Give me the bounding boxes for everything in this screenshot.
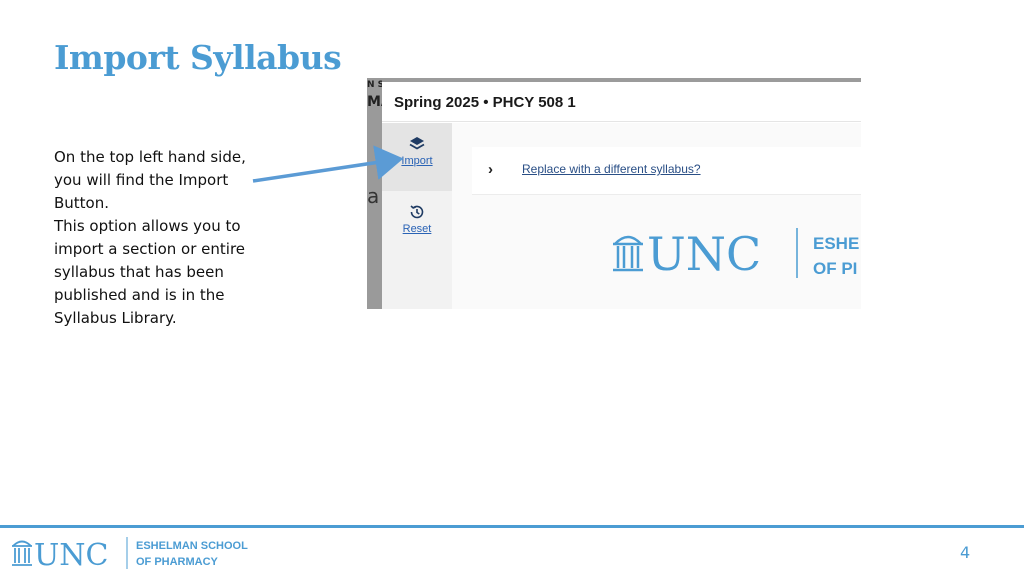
import-button[interactable]: Import: [382, 123, 452, 191]
footer-school-line2: OF PHARMACY: [136, 556, 219, 568]
chevron-right-icon: ›: [488, 161, 493, 178]
footer-school-line1: ESHELMAN SCHOOL: [136, 540, 248, 552]
logo-school-line2: OF PI: [813, 259, 857, 278]
course-title: Spring 2025 • PHCY 508 1: [394, 94, 576, 111]
tool-sidebar: Import Reset: [382, 123, 452, 309]
logo-school-line1: ESHE: [813, 234, 859, 253]
footer-unc-logo: UNC ESHELMAN SCHOOL OF PHARMACY: [12, 537, 248, 571]
instruction-line: published and is in the: [54, 286, 225, 304]
footer-wordmark: UNC: [34, 538, 109, 571]
instruction-line: Syllabus Library.: [54, 309, 177, 327]
reset-label: Reset: [402, 223, 432, 235]
strip-text: N SCHOOL: [367, 80, 382, 90]
replace-syllabus-accordion[interactable]: › Replace with a different syllabus?: [472, 147, 861, 195]
course-header: Spring 2025 • PHCY 508 1: [382, 82, 861, 122]
reset-button[interactable]: Reset: [382, 191, 452, 259]
old-well-icon: [12, 540, 32, 566]
screenshot-left-strip: N SCHOOL MA a: [367, 78, 382, 309]
unc-logo: UNC ESHE OF PI: [613, 227, 859, 281]
history-icon: [410, 205, 424, 219]
logo-wordmark: UNC: [647, 227, 761, 281]
instruction-line: you will find the Import: [54, 171, 229, 189]
slide-title: Import Syllabus: [54, 38, 342, 77]
layers-icon: [409, 137, 425, 150]
footer-divider: [0, 525, 1024, 528]
instruction-text: On the top left hand side, you will find…: [54, 146, 279, 330]
instruction-line: This option allows you to: [54, 217, 241, 235]
import-label: Import: [401, 155, 433, 167]
instruction-line: syllabus that has been: [54, 263, 224, 281]
instruction-line: On the top left hand side,: [54, 148, 246, 166]
strip-text: MA: [367, 94, 382, 110]
instruction-line: Button.: [54, 194, 110, 212]
replace-syllabus-link[interactable]: Replace with a different syllabus?: [522, 162, 701, 176]
instruction-line: import a section or entire: [54, 240, 246, 258]
page-number: 4: [960, 543, 971, 562]
syllabus-tool-screenshot: N SCHOOL MA a Spring 2025 • PHCY 508 1 I…: [367, 78, 861, 309]
old-well-icon: [613, 235, 643, 272]
strip-text: a: [367, 184, 380, 208]
